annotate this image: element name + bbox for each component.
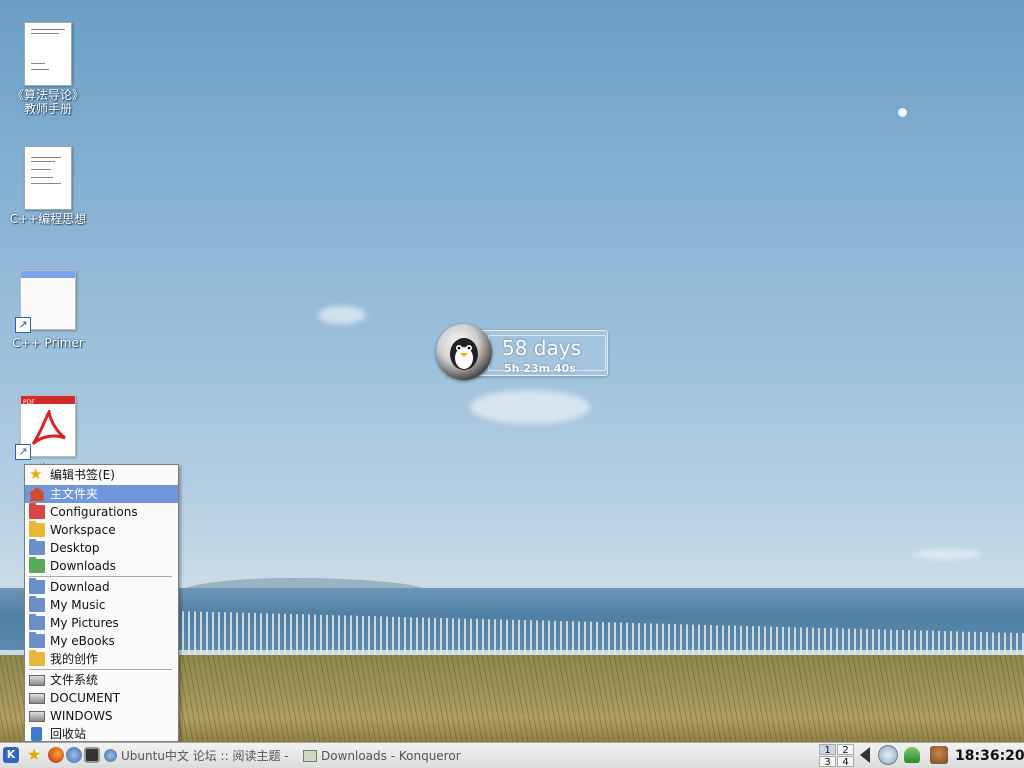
menu-item-label: Downloads	[50, 559, 116, 573]
menu-item-my-pictures[interactable]: My Pictures	[25, 614, 178, 632]
task-ubuntu-forum[interactable]: Ubuntu中文 论坛 :: 阅读主题 -	[104, 746, 296, 766]
uptime-days: 58 days	[502, 336, 582, 360]
menu-item-trash[interactable]: 回收站	[25, 725, 178, 743]
menu-item-my-creations[interactable]: 我的创作	[25, 650, 178, 668]
folder-music-icon	[29, 596, 45, 612]
cloud	[318, 306, 366, 324]
menu-item-label: My Music	[50, 598, 106, 612]
menu-item-label: My Pictures	[50, 616, 119, 630]
volume-icon[interactable]	[878, 745, 898, 765]
folder-pictures-icon	[29, 614, 45, 630]
menu-item-label: My eBooks	[50, 634, 115, 648]
menu-item-home-folder[interactable]: 主文件夹	[25, 485, 178, 503]
menu-separator	[29, 576, 172, 577]
network-icon[interactable]	[904, 747, 920, 763]
menu-item-downloads[interactable]: Downloads	[25, 557, 178, 575]
task-konqueror-downloads[interactable]: Downloads - Konqueror	[303, 746, 503, 766]
desktop-icon-label: 《算法导论》	[11, 88, 84, 102]
desktop-icon-label: 教师手册	[23, 102, 72, 116]
filesystem-icon	[29, 675, 45, 686]
trash-icon	[31, 727, 42, 741]
menu-item-label: 主文件夹	[50, 487, 99, 501]
menu-item-my-music[interactable]: My Music	[25, 596, 178, 614]
folder-green-icon	[29, 557, 45, 573]
menu-item-configurations[interactable]: Configurations	[25, 503, 178, 521]
desktop-icon-label: C++编程思想	[9, 212, 87, 226]
folder-ebooks-icon	[29, 632, 45, 648]
menu-item-label: Configurations	[50, 505, 138, 519]
menu-item-label: Download	[50, 580, 110, 594]
pdf-icon: PDF ↗	[15, 395, 76, 460]
uptime-time: 5h 23m 40s	[504, 362, 576, 375]
desktop-icon-thinking-in-cpp[interactable]: C++编程思想	[0, 146, 96, 226]
drive-icon	[29, 711, 45, 722]
pager-desktop-3[interactable]: 3	[819, 756, 836, 768]
acrobat-icon	[31, 410, 66, 446]
browser-icon[interactable]	[66, 747, 82, 763]
menu-item-edit-bookmarks[interactable]: ★ 编辑书签(E)	[25, 466, 178, 485]
task-label: Downloads - Konqueror	[321, 749, 461, 763]
note-document-icon: ↗	[15, 270, 76, 333]
document-icon	[24, 22, 72, 86]
clock[interactable]: 18:36:20	[955, 746, 1024, 766]
pdf-badge: PDF	[23, 399, 35, 406]
pager-desktop-1[interactable]: 1	[819, 744, 836, 756]
folder-yellow-icon	[29, 521, 45, 537]
menu-item-filesystem[interactable]: 文件系统	[25, 671, 178, 689]
menu-item-my-ebooks[interactable]: My eBooks	[25, 632, 178, 650]
desktop-icon-label: C++ Primer	[12, 336, 84, 350]
firefox-icon[interactable]	[48, 747, 64, 763]
menu-item-windows-drive[interactable]: WINDOWS	[25, 707, 178, 725]
star-icon: ★	[29, 465, 43, 483]
desktop-icon-pdf[interactable]: PDF ↗ 人...	[0, 395, 96, 475]
desktop-pager[interactable]: 1 2 3 4	[819, 744, 855, 768]
menu-item-document-drive[interactable]: DOCUMENT	[25, 689, 178, 707]
folder-blue-icon	[29, 578, 45, 594]
bookmarks-star-button[interactable]: ★	[26, 747, 42, 763]
pager-desktop-4[interactable]: 4	[837, 756, 854, 768]
desktop-folder-icon	[29, 539, 45, 555]
menu-item-label: 我的创作	[50, 652, 99, 666]
link-arrow-icon: ↗	[15, 444, 31, 460]
pager-desktop-2[interactable]: 2	[837, 744, 854, 756]
home-folder-icon	[29, 487, 45, 501]
menu-item-desktop[interactable]: Desktop	[25, 539, 178, 557]
document-icon	[24, 146, 72, 210]
tux-penguin-icon	[436, 324, 492, 380]
menu-item-workspace[interactable]: Workspace	[25, 521, 178, 539]
folder-doc-icon	[29, 650, 45, 666]
menu-item-label: Workspace	[50, 523, 116, 537]
uptime-widget[interactable]: 58 days 5h 23m 40s	[436, 322, 608, 382]
menu-separator	[29, 669, 172, 670]
menu-item-label: DOCUMENT	[50, 691, 121, 705]
taskbar: K ★ Ubuntu中文 论坛 :: 阅读主题 - Downloads - Ko…	[0, 742, 1024, 768]
tray-arrow-icon[interactable]	[860, 747, 870, 763]
menu-item-label: Desktop	[50, 541, 100, 555]
moon	[898, 108, 907, 117]
kde-menu-button[interactable]: K	[3, 747, 19, 763]
menu-item-label: 回收站	[50, 727, 87, 741]
menu-item-download[interactable]: Download	[25, 578, 178, 596]
drive-icon	[29, 693, 45, 704]
cloud	[470, 390, 590, 424]
bookmarks-popup-menu: ★ 编辑书签(E) 主文件夹 Configurations Workspace …	[24, 464, 179, 742]
cloud	[912, 550, 982, 559]
link-arrow-icon: ↗	[15, 317, 31, 333]
folder-icon	[303, 750, 317, 762]
globe-icon	[104, 749, 117, 762]
task-label: Ubuntu中文 论坛 :: 阅读主题 -	[121, 749, 289, 763]
desktop-icon-algorithms-manual[interactable]: 《算法导论》 教师手册	[0, 22, 96, 116]
menu-item-label: WINDOWS	[50, 709, 113, 723]
kopete-icon[interactable]	[930, 746, 948, 764]
desktop-icon-cpp-primer[interactable]: ↗ C++ Primer	[0, 270, 96, 350]
menu-item-label: 编辑书签(E)	[50, 468, 115, 482]
menu-item-label: 文件系统	[50, 673, 99, 687]
terminal-icon[interactable]	[84, 747, 100, 763]
folder-red-icon	[29, 503, 45, 519]
